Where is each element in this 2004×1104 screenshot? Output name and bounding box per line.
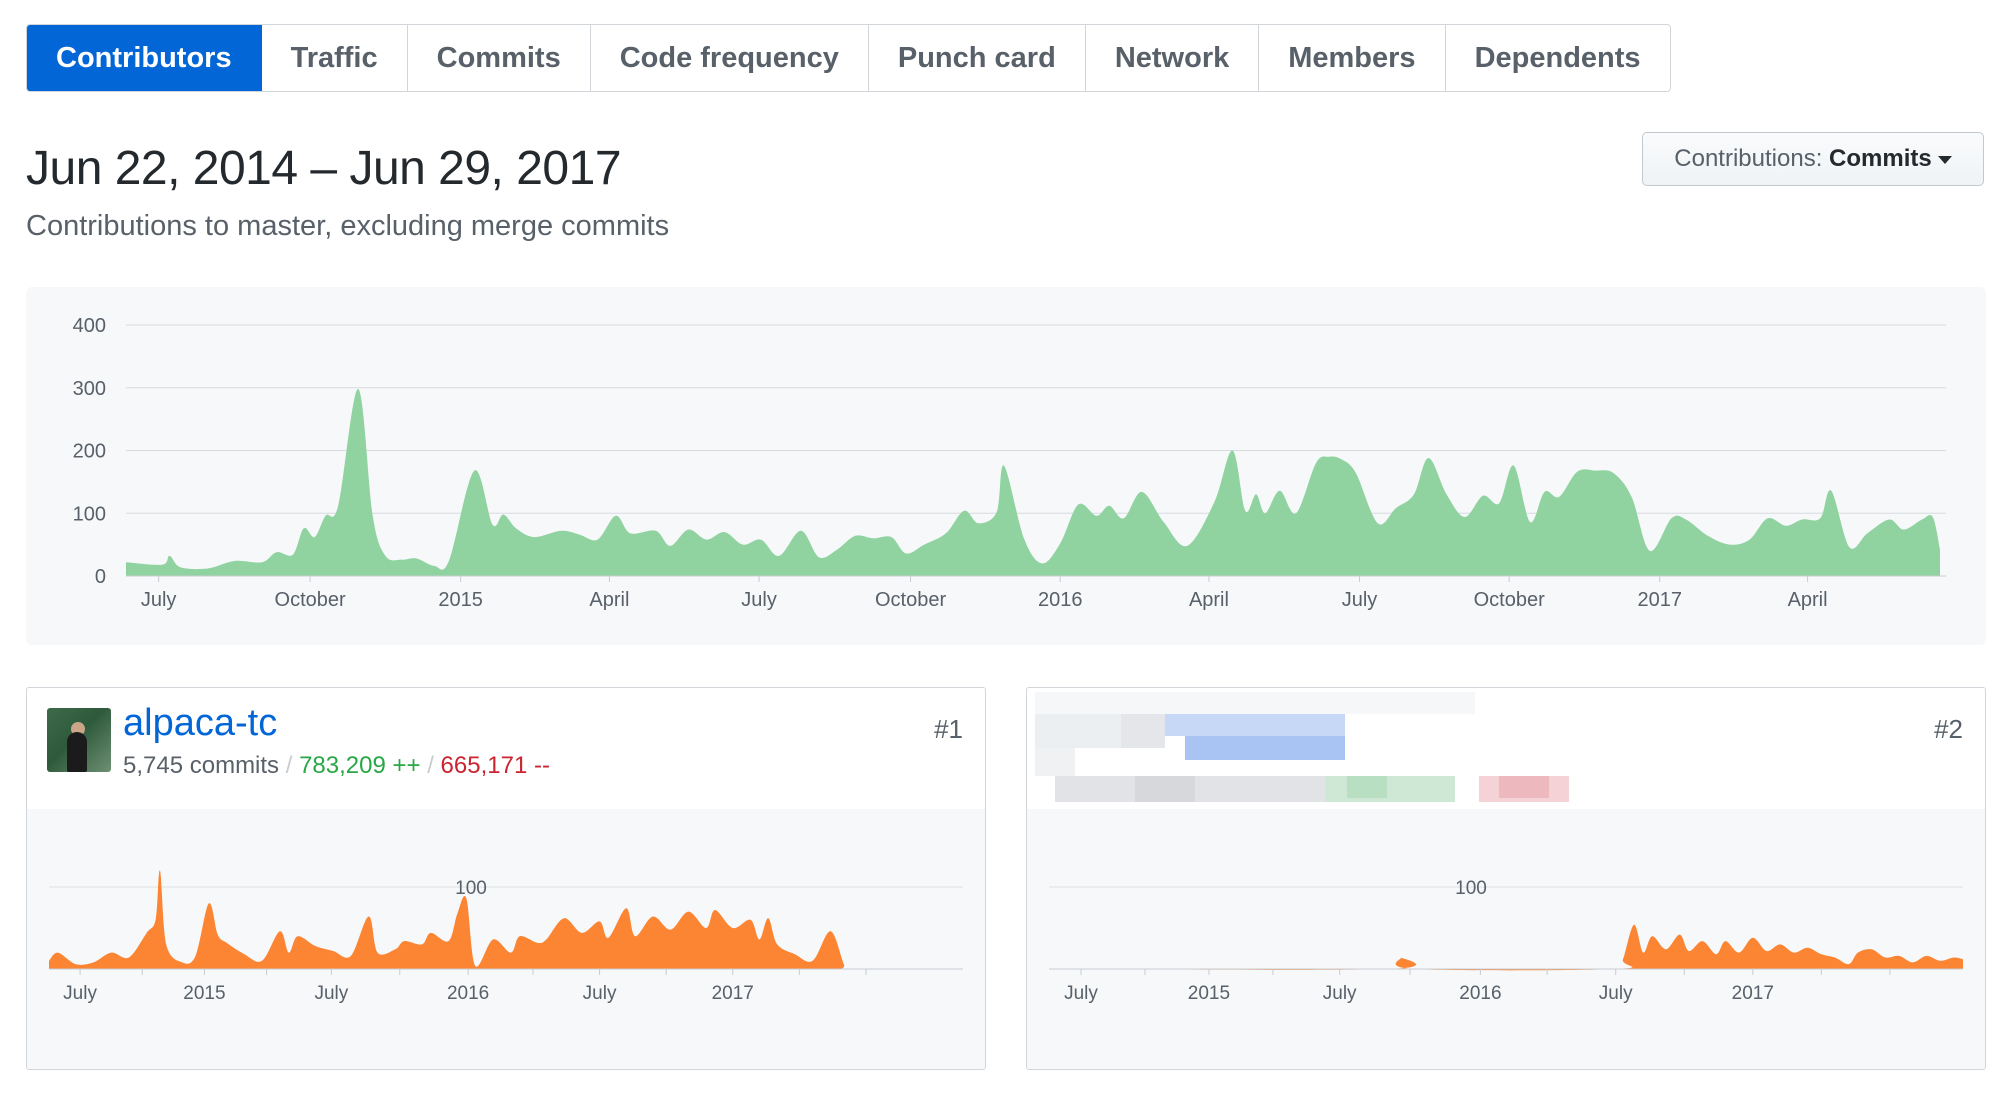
x-tick-label: July xyxy=(141,589,177,611)
x-tick-label: July xyxy=(314,983,348,1004)
x-tick-label: July xyxy=(583,983,617,1004)
additions-count: 783,209 ++ xyxy=(299,752,421,779)
x-tick-label: October xyxy=(275,589,346,611)
avatar[interactable] xyxy=(47,708,111,772)
deletions-count: 665,171 -- xyxy=(440,752,550,779)
tab-dependents[interactable]: Dependents xyxy=(1445,25,1670,91)
contributor-card-1: alpaca-tc 5,745 commits / 783,209 ++ / 6… xyxy=(26,687,986,1070)
x-tick-label: 2015 xyxy=(183,983,225,1004)
redacted-contributor-info xyxy=(1035,692,1595,804)
tab-punch-card[interactable]: Punch card xyxy=(868,25,1086,91)
x-tick-label: 2017 xyxy=(1637,589,1682,611)
avatar-body xyxy=(67,732,87,772)
contributor-chart-svg: 100 July 2015 July 2016 July 2017 xyxy=(49,870,963,1004)
contributor-card-header: #2 xyxy=(1027,688,1985,810)
contributor-card-header: alpaca-tc 5,745 commits / 783,209 ++ / 6… xyxy=(27,688,985,810)
x-tick-label: July xyxy=(1323,983,1357,1004)
stats-separator: / xyxy=(285,752,293,779)
repo-insights-tabs: Contributors Traffic Commits Code freque… xyxy=(26,24,1671,92)
y-tick-label: 200 xyxy=(73,441,106,463)
contributor-chart-2[interactable]: 100 July 2015 July 2016 July 2017 xyxy=(1027,809,1985,1069)
date-range-title: Jun 22, 2014 – Jun 29, 2017 xyxy=(26,142,622,195)
contributions-select-button[interactable]: Contributions: Commits xyxy=(1642,132,1984,186)
x-tick-label: 2017 xyxy=(1732,983,1774,1004)
contributions-select-label: Contributions: xyxy=(1674,145,1823,172)
series-area xyxy=(126,388,1940,576)
tab-code-frequency[interactable]: Code frequency xyxy=(590,25,869,91)
x-tick-label: 2016 xyxy=(1038,589,1083,611)
x-tick-label: 2015 xyxy=(1188,983,1230,1004)
caret-down-icon xyxy=(1937,155,1952,164)
contributor-chart-1[interactable]: 100 July 2015 July 2016 July 2017 xyxy=(27,809,985,1069)
date-range-subtitle: Contributions to master, excluding merge… xyxy=(26,210,670,242)
x-tick-label: July xyxy=(1342,589,1378,611)
x-tick-label: July xyxy=(741,589,777,611)
commit-count: 5,745 commits xyxy=(123,752,280,779)
x-tick-label: July xyxy=(63,983,97,1004)
contributor-rank: #1 xyxy=(934,714,963,744)
x-tick-label: October xyxy=(1474,589,1545,611)
contributor-chart-svg: 100 July 2015 July 2016 July 2017 xyxy=(1049,878,1963,1004)
y-tick-label: 0 xyxy=(95,566,106,588)
contributor-rank: #2 xyxy=(1934,714,1963,744)
x-tick-label: April xyxy=(589,589,629,611)
series-area xyxy=(1049,924,1963,971)
x-tick-label: July xyxy=(1599,983,1633,1004)
main-chart-svg: 0 100 200 300 400 July October 2015 April July Oct… xyxy=(73,315,1946,611)
stats-separator: / xyxy=(427,752,434,779)
tab-members[interactable]: Members xyxy=(1259,25,1446,91)
y-tick-label: 300 xyxy=(73,378,106,400)
contributor-stats: 5,745 commits / 783,209 ++ / 665,171 -- xyxy=(123,752,550,780)
tab-commits[interactable]: Commits xyxy=(407,25,591,91)
tab-network[interactable]: Network xyxy=(1085,25,1260,91)
x-tick-label: 2015 xyxy=(438,589,483,611)
contributor-card-2: #2 100 July 2015 July 2016 July 2017 xyxy=(1026,687,1986,1070)
tab-traffic[interactable]: Traffic xyxy=(261,25,408,91)
series-area xyxy=(49,870,937,970)
main-contributions-chart[interactable]: 0 100 200 300 400 July October 2015 April July Oct… xyxy=(26,287,1986,645)
x-tick-label: 2016 xyxy=(1459,983,1501,1004)
tab-contributors[interactable]: Contributors xyxy=(27,25,262,91)
y-tick-label: 100 xyxy=(455,878,487,899)
x-tick-label: 2016 xyxy=(447,983,489,1004)
y-tick-label: 100 xyxy=(73,503,106,525)
x-tick-label: April xyxy=(1189,589,1229,611)
x-tick-label: October xyxy=(875,589,946,611)
contributor-username-link[interactable]: alpaca-tc xyxy=(123,702,277,745)
y-tick-label: 400 xyxy=(73,315,106,337)
contributions-select-value: Commits xyxy=(1829,145,1932,172)
x-tick-label: April xyxy=(1788,589,1828,611)
x-tick-label: 2017 xyxy=(712,983,754,1004)
x-tick-label: July xyxy=(1064,983,1098,1004)
y-tick-label: 100 xyxy=(1455,878,1487,899)
